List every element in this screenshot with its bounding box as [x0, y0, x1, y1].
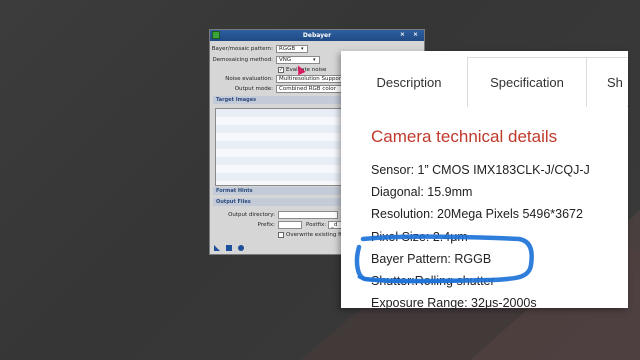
prefix-label: Prefix:: [257, 221, 275, 228]
bayer-pattern-select[interactable]: RGGB ▾: [276, 44, 308, 53]
bayer-label: Bayer/mosaic pattern:: [211, 45, 273, 52]
output-mode-select[interactable]: Combined RGB color: [276, 84, 346, 93]
product-spec-panel: Description Specification Sh Camera tech…: [341, 51, 628, 310]
demosaic-method-select[interactable]: VNG ▾: [276, 55, 320, 64]
tab-specification[interactable]: Specification: [467, 57, 587, 107]
dialog-bottom-icons: [214, 245, 244, 251]
overwrite-checkbox[interactable]: [278, 231, 284, 238]
new-instance-icon[interactable]: [214, 245, 220, 251]
spec-pixel-size: Pixel Size: 2.4μm: [371, 230, 468, 244]
overwrite-label: Overwrite existing file: [286, 231, 347, 238]
dialog-titlebar[interactable]: Debayer ⨯ ⨯: [210, 30, 424, 41]
spec-bayer-pattern: Bayer Pattern: RGGB: [371, 252, 492, 266]
postfix-label: Postfix:: [306, 221, 327, 228]
chevron-down-icon: ▾: [301, 45, 304, 52]
evaluate-noise-checkbox[interactable]: ✓: [278, 66, 284, 73]
window-controls[interactable]: ⨯ ⨯: [400, 31, 421, 38]
apply-icon[interactable]: [238, 245, 244, 251]
tab-description[interactable]: Description: [351, 57, 467, 107]
spec-heading: Camera technical details: [371, 127, 558, 146]
demosaic-method-value: VNG: [279, 56, 292, 63]
noise-eval-label: Noise evaluation:: [225, 75, 273, 82]
spec-exposure: Exposure Range: 32μs-2000s: [371, 296, 537, 310]
bayer-pattern-value: RGGB: [279, 45, 296, 52]
evaluate-noise-label: Evaluate noise: [286, 66, 327, 73]
tab-bar: Description Specification Sh: [351, 57, 628, 107]
apply-global-icon[interactable]: [226, 245, 232, 251]
output-mode-label: Output mode:: [234, 85, 273, 92]
prefix-field[interactable]: [278, 220, 302, 229]
spec-sensor: Sensor: 1” CMOS IMX183CLK-J/CQJ-J: [371, 163, 590, 177]
postfix-value: _d: [331, 221, 338, 228]
noise-eval-select[interactable]: Multiresolution Support: [276, 74, 346, 83]
tab-shipping[interactable]: Sh: [587, 57, 627, 107]
output-dir-field[interactable]: [278, 210, 338, 219]
output-dir-label: Output directory:: [228, 211, 275, 218]
app-icon: [212, 31, 220, 39]
chevron-down-icon: ▾: [313, 56, 316, 63]
demosaic-label: Demosaicing method:: [212, 56, 273, 63]
dialog-title: Debayer: [302, 32, 332, 39]
noise-eval-value: Multiresolution Support: [279, 75, 344, 82]
spec-diagonal: Diagonal: 15.9mm: [371, 185, 473, 199]
spec-resolution: Resolution: 20Mega Pixels 5496*3672: [371, 207, 583, 221]
spec-shutter: Shutter:Rolling shutter: [371, 274, 495, 288]
output-mode-value: Combined RGB color: [279, 85, 336, 92]
